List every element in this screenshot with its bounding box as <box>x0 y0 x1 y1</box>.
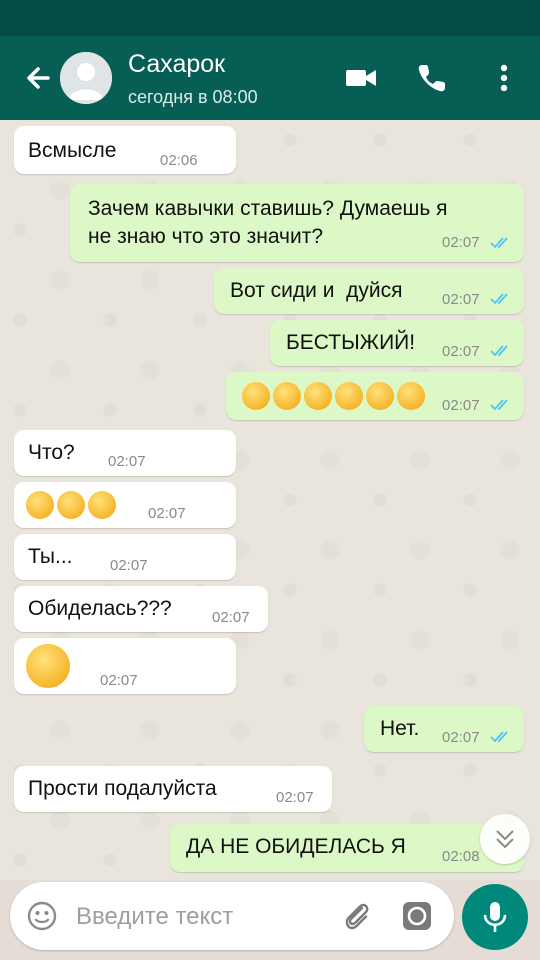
mic-icon <box>483 902 507 932</box>
message-time: 02:08 <box>442 848 480 865</box>
message-outgoing[interactable]: Нет. 02:07 <box>364 706 524 752</box>
message-time: 02:07 <box>442 397 480 414</box>
message-outgoing[interactable]: БЕСТЫЖИЙ! 02:07 <box>270 320 524 366</box>
message-time: 02:07 <box>442 234 480 251</box>
message-incoming[interactable]: Всмысле 02:06 <box>14 126 236 174</box>
chat-header: Сахарок сегодня в 08:00 <box>0 36 540 120</box>
message-incoming[interactable]: Ты... 02:07 <box>14 534 236 580</box>
double-chevron-down-icon <box>496 830 514 849</box>
message-time: 02:07 <box>442 343 480 360</box>
message-list[interactable]: Всмысле 02:06 Зачем кавычки ставишь? Дум… <box>0 120 540 880</box>
camera-icon[interactable] <box>400 899 434 933</box>
message-text: БЕСТЫЖИЙ! <box>286 331 416 354</box>
last-seen-status: сегодня в 08:00 <box>128 87 258 107</box>
message-text: Вот сиди и дуйся <box>230 279 403 302</box>
scroll-to-bottom-button[interactable] <box>480 814 530 864</box>
message-text: Зачем кавычки ставишь? Думаешь я не знаю… <box>88 197 448 248</box>
unamused-face-emoji <box>366 382 394 410</box>
emoji-group <box>26 644 73 688</box>
unamused-face-emoji <box>273 382 301 410</box>
contact-name[interactable]: Сахарок <box>128 50 225 79</box>
message-outgoing[interactable]: ДА НЕ ОБИДЕЛАСЬ Я 02:08 <box>170 824 524 872</box>
message-outgoing[interactable]: Зачем кавычки ставишь? Думаешь я не знаю… <box>70 184 524 262</box>
unamused-face-emoji <box>304 382 332 410</box>
astonished-face-emoji <box>57 491 85 519</box>
message-text: Прости подалуйста <box>28 777 217 800</box>
message-time: 02:07 <box>100 672 138 689</box>
read-receipt-icon <box>490 731 508 743</box>
message-composer: Введите текст <box>10 882 454 950</box>
message-incoming[interactable]: Прости подалуйста 02:07 <box>14 766 332 812</box>
message-time: 02:07 <box>442 291 480 308</box>
voice-record-button[interactable] <box>462 884 528 950</box>
astonished-face-emoji <box>26 491 54 519</box>
message-time: 02:06 <box>160 152 198 169</box>
message-text: Ты... <box>28 545 73 568</box>
message-text: Нет. <box>380 717 420 740</box>
message-incoming[interactable]: Обиделась??? 02:07 <box>14 586 268 632</box>
message-input[interactable]: Введите текст <box>76 903 233 931</box>
video-call-icon[interactable] <box>343 60 379 96</box>
status-bar <box>0 0 540 36</box>
read-receipt-icon <box>490 399 508 411</box>
message-text: Обиделась??? <box>28 597 172 620</box>
message-outgoing[interactable]: Вот сиди и дуйся 02:07 <box>214 268 524 314</box>
emoji-group <box>242 382 428 410</box>
message-incoming-emoji[interactable]: 02:07 <box>14 482 236 528</box>
message-time: 02:07 <box>148 505 186 522</box>
message-text: ДА НЕ ОБИДЕЛАСЬ Я <box>186 835 406 858</box>
default-avatar-icon <box>60 52 112 104</box>
more-vert-icon[interactable] <box>486 60 522 96</box>
unamused-face-emoji <box>242 382 270 410</box>
emoji-group <box>26 491 119 519</box>
message-time: 02:07 <box>212 609 250 626</box>
worried-face-emoji <box>26 644 70 688</box>
message-time: 02:07 <box>276 789 314 806</box>
message-text: Что? <box>28 441 75 464</box>
astonished-face-emoji <box>88 491 116 519</box>
avatar[interactable] <box>60 52 112 104</box>
unamused-face-emoji <box>335 382 363 410</box>
message-incoming[interactable]: Что? 02:07 <box>14 430 236 476</box>
emoji-icon[interactable] <box>26 900 58 932</box>
back-arrow-icon[interactable] <box>18 58 58 98</box>
message-incoming-emoji[interactable]: 02:07 <box>14 638 236 694</box>
message-outgoing-emoji[interactable]: 02:07 <box>226 372 524 420</box>
read-receipt-icon <box>490 237 508 249</box>
message-time: 02:07 <box>442 729 480 746</box>
phone-icon[interactable] <box>414 60 450 96</box>
message-time: 02:07 <box>110 557 148 574</box>
unamused-face-emoji <box>397 382 425 410</box>
read-receipt-icon <box>490 345 508 357</box>
message-time: 02:07 <box>108 453 146 470</box>
attach-icon[interactable] <box>340 899 374 933</box>
message-text: Всмысле <box>28 139 117 162</box>
read-receipt-icon <box>490 293 508 305</box>
